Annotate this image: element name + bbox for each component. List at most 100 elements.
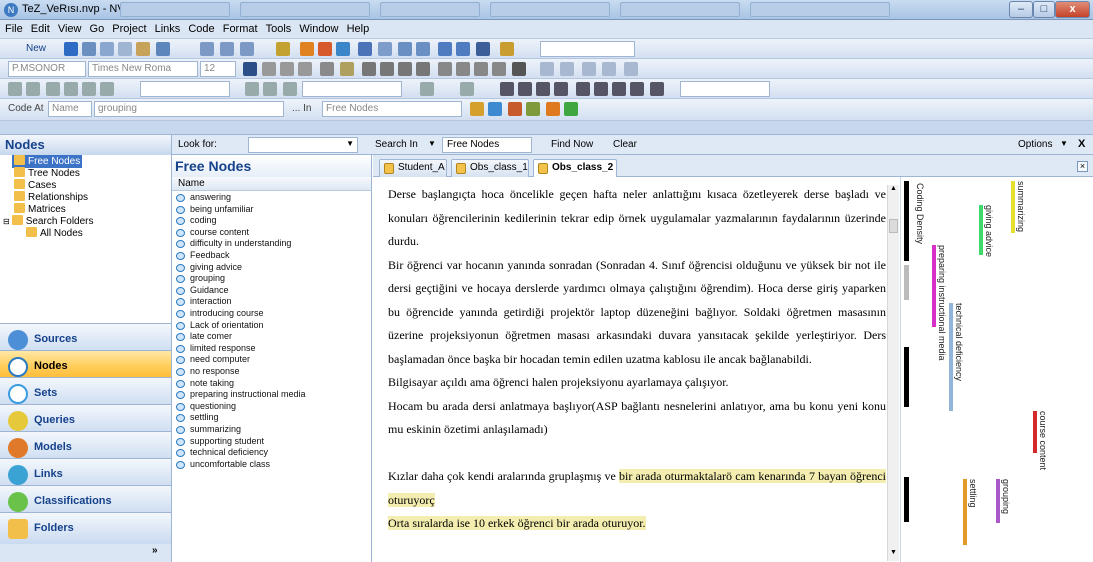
save-icon[interactable] <box>64 42 78 56</box>
document-scrollbar[interactable]: ▲ ▼ <box>887 185 899 561</box>
undo-icon[interactable] <box>156 42 170 56</box>
forward-end-icon[interactable] <box>100 82 114 96</box>
code-icon[interactable] <box>470 102 484 116</box>
font-combo[interactable]: Times New Roma <box>88 61 198 77</box>
coding-stripe[interactable] <box>996 479 1000 523</box>
maximize-button[interactable]: □ <box>1033 1 1055 18</box>
table-column-icon[interactable] <box>536 82 550 96</box>
classification-icon[interactable] <box>500 42 514 56</box>
filter-icon[interactable] <box>456 42 470 56</box>
coding-stripe[interactable] <box>932 245 936 327</box>
justify-icon[interactable] <box>416 62 430 76</box>
coding-stripe[interactable] <box>979 205 983 255</box>
free-node-item[interactable]: being unfamiliar <box>172 204 371 216</box>
outdent-icon[interactable] <box>438 62 452 76</box>
merge-cells-icon[interactable] <box>576 82 590 96</box>
free-node-item[interactable]: Lack of orientation <box>172 320 371 332</box>
menu-code[interactable]: Code <box>188 20 214 39</box>
free-node-item[interactable]: uncomfortable class <box>172 459 371 471</box>
free-node-item[interactable]: answering <box>172 192 371 204</box>
highlight-icon[interactable] <box>340 62 354 76</box>
close-window-button[interactable]: x <box>1055 1 1090 18</box>
font-color-icon[interactable] <box>243 62 257 76</box>
uncode-icon[interactable] <box>488 102 502 116</box>
nav-folders[interactable]: Folders <box>0 512 171 544</box>
options-button[interactable]: Options <box>1018 139 1052 150</box>
indent-more-icon[interactable] <box>456 62 470 76</box>
audio-icon[interactable] <box>650 82 664 96</box>
align-right-icon[interactable] <box>398 62 412 76</box>
spell-check-icon[interactable] <box>560 62 574 76</box>
document-text[interactable]: Derse başlangıçta hoca öncelikle geçen h… <box>388 183 886 536</box>
coding-stripe-label[interactable]: grouping <box>1001 479 1011 514</box>
coding-stripe[interactable] <box>1011 181 1015 233</box>
italic-icon[interactable] <box>280 62 294 76</box>
free-node-item[interactable]: supporting student <box>172 436 371 448</box>
binoculars-icon[interactable] <box>512 62 526 76</box>
free-node-item[interactable]: giving advice <box>172 262 371 274</box>
cut-icon[interactable] <box>100 42 114 56</box>
code-in-vivo-icon[interactable] <box>508 102 522 116</box>
menu-project[interactable]: Project <box>112 20 146 39</box>
play-icon[interactable] <box>8 82 22 96</box>
document-paragraph[interactable]: Orta sıralarda ise 10 erkek öğrenci bir … <box>388 512 886 536</box>
free-node-item[interactable]: interaction <box>172 296 371 308</box>
search-in-button[interactable]: Search In <box>375 139 418 150</box>
free-node-item[interactable]: preparing instructional media <box>172 389 371 401</box>
code-at-node-combo[interactable]: grouping <box>94 101 284 117</box>
table-icon[interactable] <box>500 82 514 96</box>
bullets-icon[interactable] <box>200 42 214 56</box>
split-cells-icon[interactable] <box>594 82 608 96</box>
free-node-item[interactable]: questioning <box>172 401 371 413</box>
chart-icon[interactable] <box>276 42 290 56</box>
draw-icon[interactable] <box>320 62 334 76</box>
start-selection-icon[interactable] <box>245 82 259 96</box>
forward-icon[interactable] <box>82 82 96 96</box>
list-icon[interactable] <box>220 42 234 56</box>
coding-stripe-label[interactable]: settling <box>968 479 978 508</box>
paste-icon[interactable] <box>136 42 150 56</box>
minimize-button[interactable]: – <box>1009 1 1033 18</box>
highlight-coding-icon[interactable] <box>526 102 540 116</box>
copy-icon[interactable] <box>118 42 132 56</box>
align-left-icon[interactable] <box>362 62 376 76</box>
coding-stripe-label[interactable]: technical deficiency <box>954 303 964 381</box>
free-node-item[interactable]: grouping <box>172 273 371 285</box>
options-chevron-icon[interactable]: ▼ <box>1060 139 1068 148</box>
search-in-field[interactable]: Free Nodes <box>442 137 532 153</box>
document-paragraph[interactable]: Kızlar daha çok kendi aralarında gruplaş… <box>388 465 886 512</box>
coding-stripe-label[interactable]: preparing instructional media <box>937 245 947 361</box>
align-center-icon[interactable] <box>380 62 394 76</box>
free-node-item[interactable]: introducing course <box>172 308 371 320</box>
close-find-button[interactable]: X <box>1078 138 1085 150</box>
scroll-down-icon[interactable]: ▼ <box>890 549 897 556</box>
spell-icon[interactable] <box>540 62 554 76</box>
free-node-item[interactable]: Guidance <box>172 285 371 297</box>
free-node-item[interactable]: course content <box>172 227 371 239</box>
look-for-input[interactable]: ▼ <box>248 137 358 153</box>
close-document-icon[interactable]: × <box>1077 161 1088 172</box>
collapse-icon[interactable]: ⊟ <box>3 217 10 226</box>
volume-icon[interactable] <box>283 82 297 96</box>
rewind-start-icon[interactable] <box>46 82 60 96</box>
free-node-item[interactable]: coding <box>172 215 371 227</box>
column-header-name[interactable]: Name <box>172 177 371 191</box>
coding-stripe-label[interactable]: summarizing <box>1016 181 1026 232</box>
menu-edit[interactable]: Edit <box>31 20 50 39</box>
free-node-item[interactable]: technical deficiency <box>172 447 371 459</box>
sort-icon[interactable] <box>438 42 452 56</box>
advanced-find-icon[interactable] <box>416 42 430 56</box>
stop-icon[interactable] <box>26 82 40 96</box>
free-node-item[interactable]: difficulty in understanding <box>172 238 371 250</box>
coding-stripe[interactable] <box>963 479 967 545</box>
search-in-chevron-icon[interactable]: ▼ <box>428 139 436 148</box>
print-icon[interactable] <box>82 42 96 56</box>
scroll-thumb[interactable] <box>889 219 898 233</box>
coding-stripe-label[interactable]: giving advice <box>984 205 994 257</box>
free-node-item[interactable]: summarizing <box>172 424 371 436</box>
free-node-item[interactable]: no response <box>172 366 371 378</box>
rewind-icon[interactable] <box>64 82 78 96</box>
style-combo[interactable]: P.MSONOR <box>8 61 86 77</box>
undo-format-icon[interactable] <box>582 62 596 76</box>
coding-stripe-label[interactable]: course content <box>1038 411 1048 470</box>
